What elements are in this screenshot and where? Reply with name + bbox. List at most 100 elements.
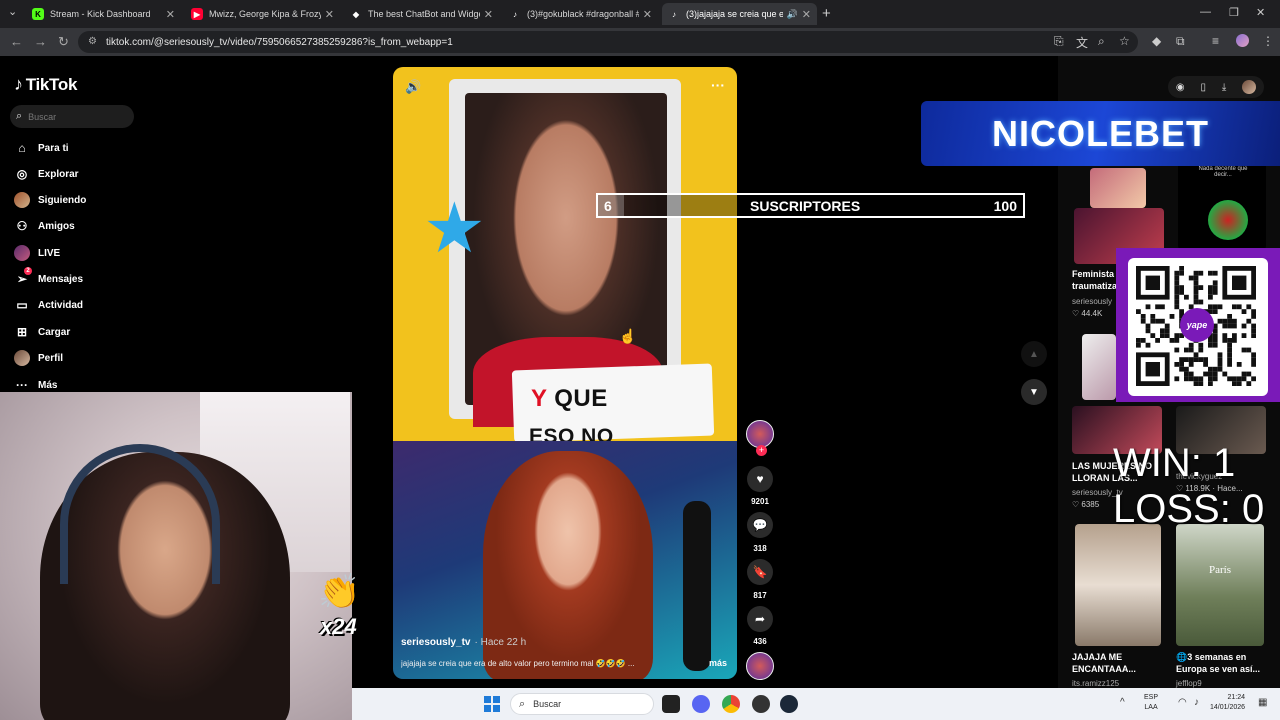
speaker-icon[interactable]: 🔊	[787, 9, 798, 20]
close-icon[interactable]: ✕	[325, 8, 334, 21]
tray-chevron-icon[interactable]: ^	[1120, 697, 1125, 708]
device-icon[interactable]: ▯	[1200, 82, 1206, 93]
bookmark-star-icon[interactable]: ☆	[1119, 34, 1130, 48]
video-title[interactable]: JAJAJA ME ENCANTAAA...	[1072, 651, 1152, 675]
video-thumbnail[interactable]	[1075, 524, 1161, 646]
youtube-icon: ▶	[191, 8, 203, 20]
sidebar-item-amigos[interactable]: ⚇ Amigos	[14, 218, 75, 234]
sidebar-item-para-ti[interactable]: ⌂ Para ti	[14, 140, 68, 156]
back-icon[interactable]: ←	[10, 34, 23, 49]
volume-icon[interactable]: ♪	[1194, 697, 1199, 708]
user-avatar[interactable]	[1242, 80, 1257, 94]
maximize-button[interactable]: ❐	[1229, 6, 1239, 19]
tiktok-icon: ♪	[672, 9, 676, 19]
windows-taskbar: ⌕ Buscar ^ ESP LAA ◠ ♪ 21:24 14/01/2026 …	[352, 688, 1280, 720]
volume-icon[interactable]: 🔊	[405, 79, 421, 95]
music-disc-icon[interactable]	[746, 652, 774, 680]
save-button[interactable]: 🔖	[747, 559, 773, 585]
tab-search-icon[interactable]: ⌄	[8, 5, 17, 18]
tab-title: Mwizz, George Kipa & Frozy - D	[209, 9, 321, 19]
reload-icon[interactable]: ↻	[58, 34, 69, 50]
zoom-icon[interactable]: ⌕	[1098, 34, 1105, 49]
search-icon: ⌕	[519, 697, 526, 710]
minimize-button[interactable]: —	[1200, 6, 1211, 18]
following-avatar	[14, 192, 30, 208]
previous-video-button[interactable]: ▲	[1021, 341, 1047, 367]
sidebar-item-live[interactable]: LIVE	[14, 245, 60, 261]
sidebar-item-actividad[interactable]: ▭ Actividad	[14, 297, 83, 313]
forward-icon[interactable]: →	[34, 34, 47, 49]
video-user[interactable]: jefflop9	[1176, 679, 1202, 688]
more-options-icon[interactable]: ···	[711, 77, 725, 93]
sidebar-item-mas[interactable]: ··· Más	[14, 377, 57, 393]
sidebar-item-siguiendo[interactable]: Siguiendo	[14, 192, 86, 208]
close-icon[interactable]: ✕	[643, 8, 652, 21]
install-app-icon[interactable]: ⎘	[1054, 34, 1064, 49]
sidebar-item-mensajes[interactable]: ➢ 2 Mensajes	[14, 267, 83, 287]
discord-icon[interactable]	[692, 695, 710, 713]
chrome-icon[interactable]	[722, 695, 740, 713]
video-author[interactable]: seriesously_tv · Hace 22 h	[401, 637, 526, 648]
site-info-icon[interactable]: ⚙	[88, 36, 97, 47]
puzzle-icon[interactable]: ⧉	[1176, 34, 1185, 49]
tab-kick[interactable]: K Stream - Kick Dashboard ✕	[26, 3, 181, 25]
extension-icon[interactable]: ◆	[1152, 34, 1161, 48]
window-close-button[interactable]: ✕	[1256, 6, 1265, 19]
search-input[interactable]: ⌕ Buscar	[10, 105, 134, 128]
video-thumbnail[interactable]	[1082, 334, 1116, 400]
video-title[interactable]: Feminista traumatiza...	[1072, 268, 1125, 292]
qr-code: yape	[1128, 258, 1268, 396]
sidebar-item-cargar[interactable]: ⊞ Cargar	[14, 324, 70, 340]
next-video-button[interactable]: ▼	[1021, 379, 1047, 405]
close-icon[interactable]: ✕	[166, 8, 175, 21]
subscriber-goal: 100	[993, 198, 1017, 214]
follow-plus-icon[interactable]: +	[756, 445, 767, 456]
windows-start-icon[interactable]	[484, 696, 500, 712]
author-avatar[interactable]: +	[746, 420, 774, 456]
comment-button[interactable]: 💬	[747, 512, 773, 538]
tab-tiktok-gokublack[interactable]: ♪ (3)#gokublack #dragonball #tra ✕	[503, 3, 658, 25]
sponsor-banner: NICOLEBET	[921, 101, 1280, 166]
like-button[interactable]: ♥	[747, 466, 773, 492]
clock[interactable]: 21:24 14/01/2026	[1210, 693, 1245, 713]
download-icon[interactable]: ⤓	[1222, 82, 1226, 93]
tiktok-logo[interactable]: ♪ TikTok	[14, 74, 77, 95]
new-tab-button[interactable]: +	[822, 5, 831, 22]
video-title[interactable]: 🌐3 semanas en Europa se ven así...	[1176, 651, 1266, 675]
more-link[interactable]: más	[709, 658, 727, 668]
close-icon[interactable]: ✕	[484, 8, 493, 21]
sidebar-item-explorar[interactable]: ◎ Explorar	[14, 166, 79, 182]
tab-tiktok-active[interactable]: ♪ (3)jajajaja se creia que era d 🔊 ✕	[662, 3, 817, 25]
video-thumbnail[interactable]: Nada decente que decir...	[1178, 160, 1266, 250]
share-button[interactable]: ➦	[747, 606, 773, 632]
subscriber-label: SUSCRIPTORES	[750, 198, 861, 214]
video-thumbnail[interactable]: París	[1176, 524, 1264, 646]
video-thumbnail[interactable]	[1090, 168, 1146, 208]
microphone-image	[683, 501, 711, 671]
video-player[interactable]: ★ Y QUE ESO NO 🔊 ··· seriesously_tv · Hac…	[393, 67, 737, 679]
menu-icon[interactable]: ⋮	[1262, 34, 1274, 48]
video-likes: ♡ 44.4K	[1072, 309, 1103, 318]
address-bar[interactable]: ⚙ tiktok.com/@seriesously_tv/video/75950…	[78, 31, 1138, 53]
tab-list-icon[interactable]: ≡	[1212, 34, 1219, 48]
friends-icon: ⚇	[16, 219, 28, 233]
taskbar-search[interactable]: ⌕ Buscar	[510, 693, 654, 715]
notification-icon[interactable]: ▦	[1258, 697, 1267, 708]
sidebar-item-perfil[interactable]: Perfil	[14, 350, 63, 366]
upload-icon: ⊞	[16, 325, 28, 339]
task-view-icon[interactable]	[662, 695, 680, 713]
tab-botrix[interactable]: ◆ The best ChatBot and Widgets ✕	[344, 3, 499, 25]
language-indicator[interactable]: ESP LAA	[1144, 693, 1158, 713]
translate-icon[interactable]: 文	[1076, 34, 1088, 51]
profile-avatar	[14, 350, 30, 366]
video-user[interactable]: seriesously	[1072, 297, 1112, 306]
obs-icon[interactable]	[752, 695, 770, 713]
coins-icon[interactable]: ◉	[1176, 82, 1185, 93]
video-user[interactable]: its.ramizz125	[1072, 679, 1119, 688]
profile-avatar[interactable]	[1236, 34, 1249, 47]
tab-youtube[interactable]: ▶ Mwizz, George Kipa & Frozy - D ✕	[185, 3, 340, 25]
steam-icon[interactable]	[780, 695, 798, 713]
close-icon[interactable]: ✕	[802, 8, 811, 21]
heart-icon: ♥	[756, 472, 764, 486]
wifi-icon[interactable]: ◠	[1178, 697, 1187, 708]
